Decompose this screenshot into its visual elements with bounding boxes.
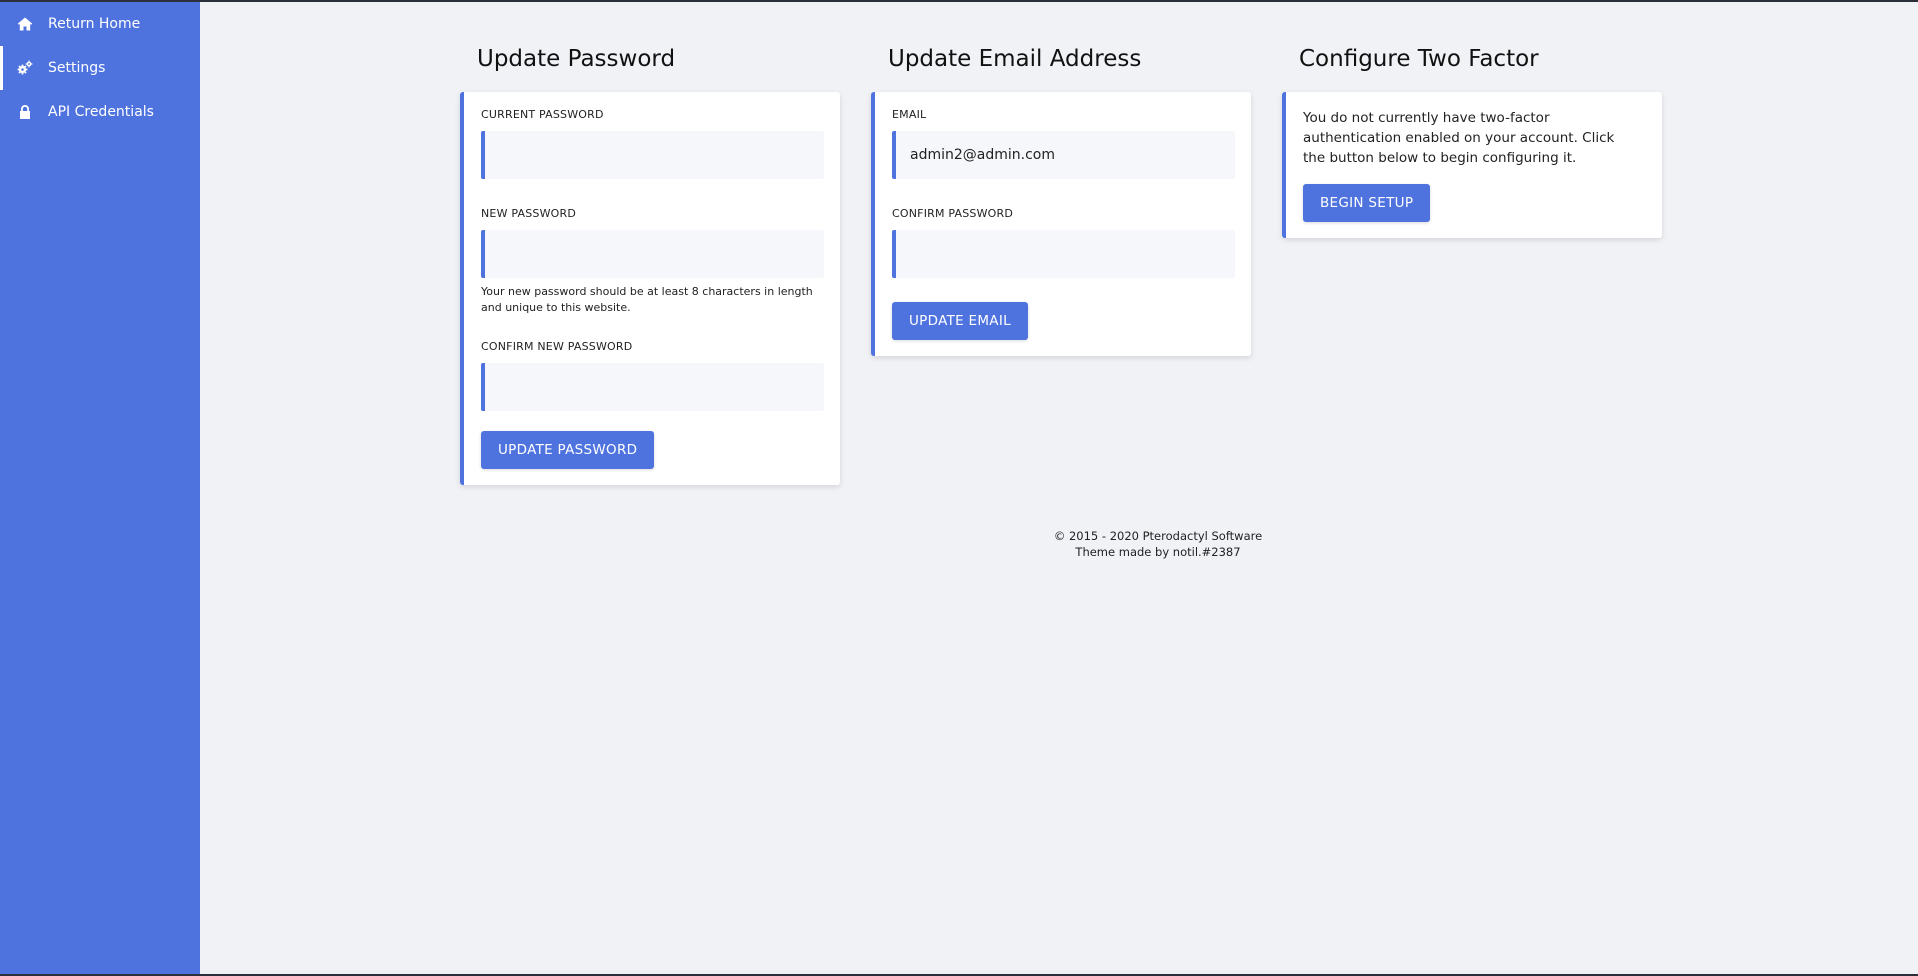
new-password-label: NEW PASSWORD	[481, 207, 577, 220]
confirm-new-password-field[interactable]	[481, 363, 824, 411]
update-password-section: Update Password CURRENT PASSWORD NEW PAS…	[460, 44, 840, 485]
main-content: Update Password CURRENT PASSWORD NEW PAS…	[200, 2, 1918, 974]
copyright-text: © 2015 - 2020 Pterodactyl Software	[1053, 529, 1263, 543]
email-field[interactable]: admin2@admin.com	[892, 131, 1235, 179]
footer: © 2015 - 2020 Pterodactyl Software Theme…	[200, 528, 1918, 560]
update-email-button[interactable]: UPDATE EMAIL	[892, 302, 1028, 340]
sidebar-item-return-home[interactable]: Return Home	[0, 2, 200, 46]
sidebar-item-label: Return Home	[48, 16, 141, 32]
theme-credit-text: Theme made by notil.#2387	[1075, 545, 1241, 559]
sidebar-item-settings[interactable]: Settings	[0, 46, 200, 90]
confirm-password-label: CONFIRM PASSWORD	[892, 207, 1014, 220]
sidebar-item-label: Settings	[48, 60, 106, 76]
home-icon	[16, 15, 34, 33]
update-email-card: EMAIL admin2@admin.com CONFIRM PASSWORD …	[871, 92, 1251, 356]
settings-columns: Update Password CURRENT PASSWORD NEW PAS…	[460, 44, 1662, 485]
begin-setup-button[interactable]: BEGIN SETUP	[1303, 184, 1431, 222]
new-password-field[interactable]	[481, 230, 824, 278]
section-title: Update Email Address	[888, 46, 1142, 72]
update-email-section: Update Email Address EMAIL admin2@admin.…	[871, 44, 1251, 485]
lock-icon	[16, 103, 34, 121]
email-label: EMAIL	[892, 108, 927, 121]
two-factor-card: You do not currently have two-factor aut…	[1282, 92, 1662, 238]
new-password-help: Your new password should be at least 8 c…	[481, 285, 813, 314]
current-password-field[interactable]	[481, 131, 824, 179]
confirm-new-password-label: CONFIRM NEW PASSWORD	[481, 340, 633, 353]
current-password-label: CURRENT PASSWORD	[481, 108, 604, 121]
cogs-icon	[16, 59, 34, 77]
update-password-card: CURRENT PASSWORD NEW PASSWORD Your new p…	[460, 92, 840, 485]
sidebar-item-label: API Credentials	[48, 104, 154, 120]
sidebar-item-api-credentials[interactable]: API Credentials	[0, 90, 200, 134]
confirm-password-field[interactable]	[892, 230, 1235, 278]
two-factor-description: You do not currently have two-factor aut…	[1303, 110, 1615, 166]
update-password-button[interactable]: UPDATE PASSWORD	[481, 431, 655, 469]
section-title: Update Password	[477, 46, 676, 72]
sidebar: Return Home Settings API Credentials	[0, 2, 200, 974]
section-title: Configure Two Factor	[1299, 46, 1539, 72]
two-factor-section: Configure Two Factor You do not currentl…	[1282, 44, 1662, 485]
